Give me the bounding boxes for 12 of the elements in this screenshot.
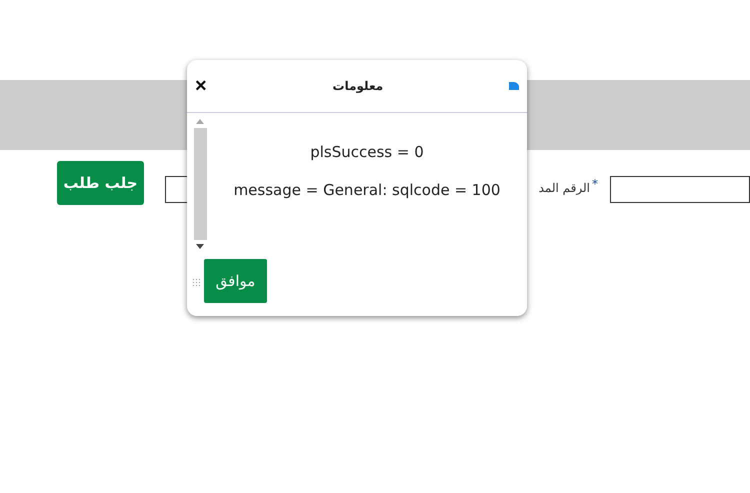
field-label: الرقم المد <box>538 181 590 195</box>
scrollbar-thumb[interactable] <box>194 128 206 240</box>
required-mark: * <box>592 177 598 191</box>
fetch-request-button[interactable]: جلب طلب <box>57 161 144 205</box>
dialog-icon <box>509 82 519 90</box>
dialog-title: معلومات <box>332 79 384 93</box>
ok-button[interactable]: موافق <box>204 259 267 303</box>
scroll-down-icon[interactable] <box>196 244 204 249</box>
message-line: plsSuccess = 0 <box>310 143 424 161</box>
number-field[interactable] <box>610 176 750 203</box>
close-button[interactable]: × <box>195 76 207 96</box>
message-line: message = General: sqlcode = 100 <box>234 181 500 199</box>
